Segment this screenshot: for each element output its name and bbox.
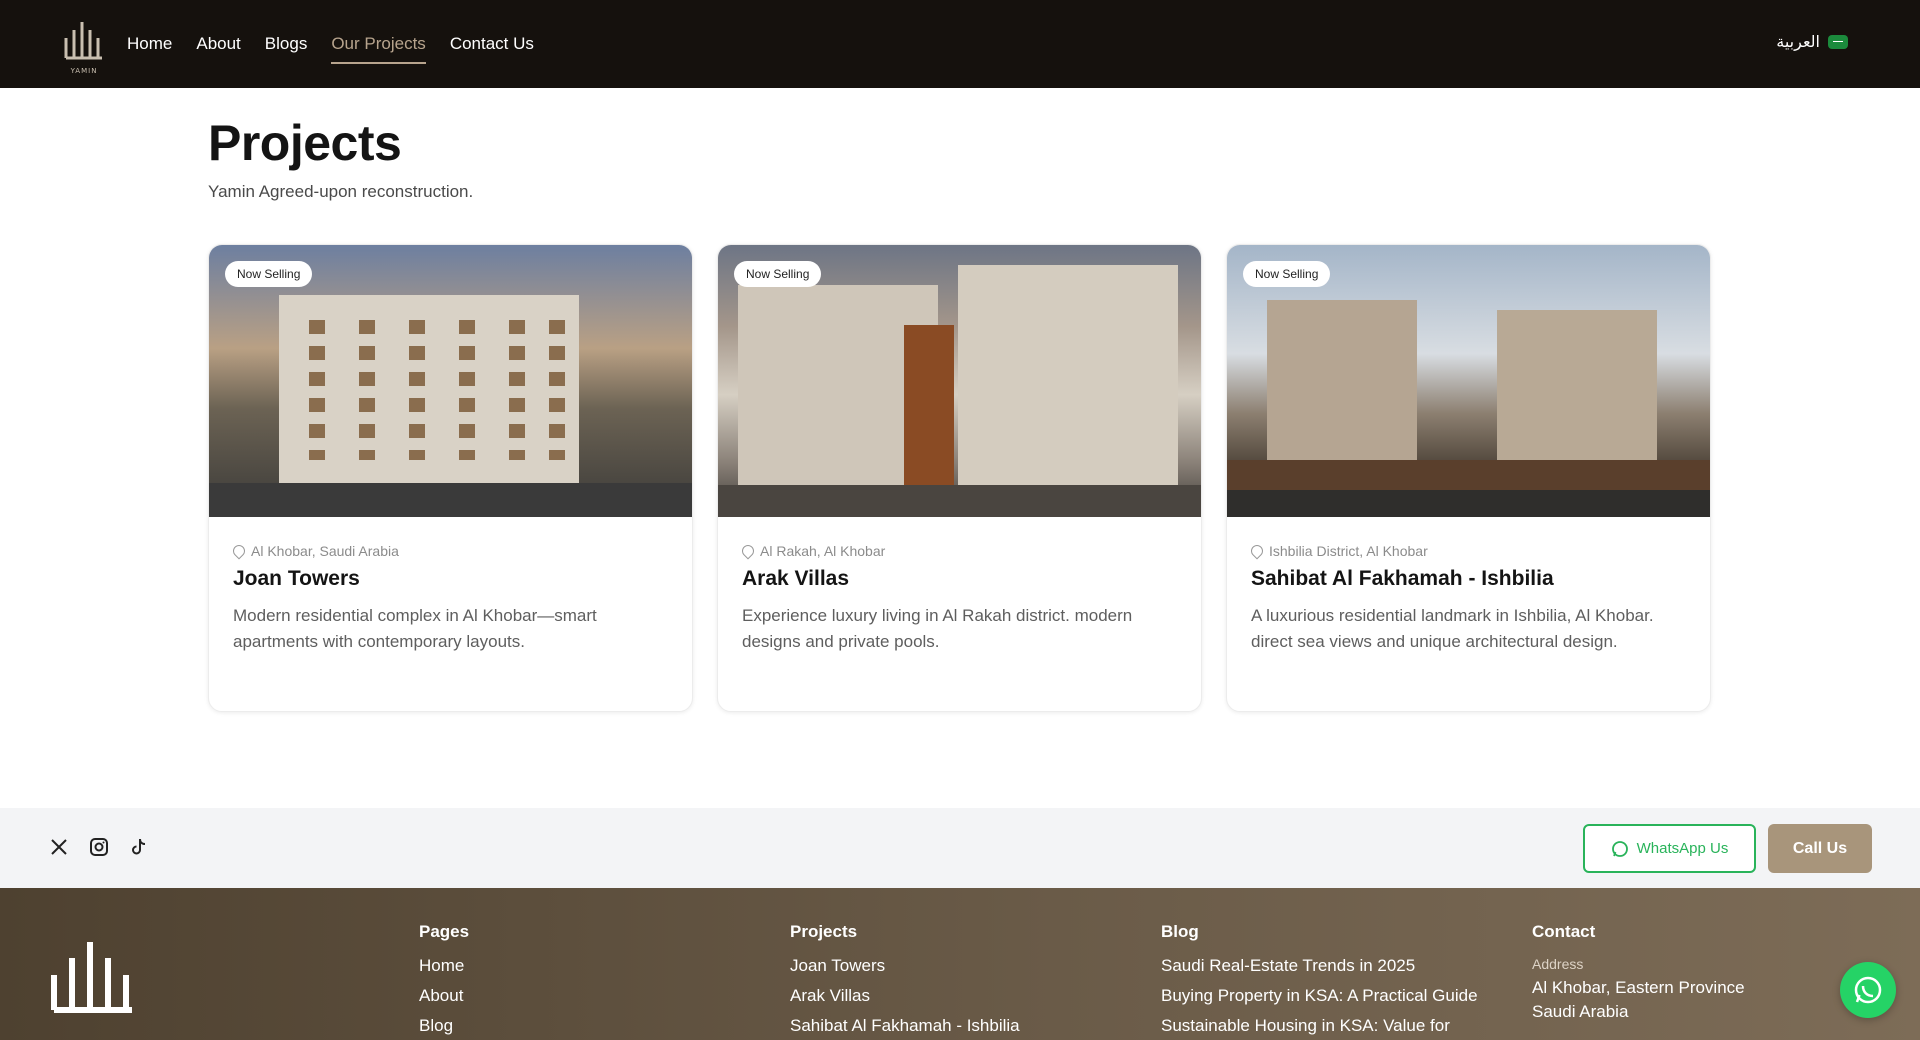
project-title[interactable]: Sahibat Al Fakhamah - Ishbilia [1251,567,1686,591]
footer-link-blog[interactable]: Blog [419,1016,469,1036]
nav-links: Home About Blogs Our Projects Contact Us [127,0,534,88]
location-pin-icon [739,542,757,560]
language-switch[interactable]: العربية [1776,32,1848,52]
language-label: العربية [1776,34,1820,51]
footer-projects-column: Projects Joan Towers Arak Villas Sahibat… [790,922,1020,1040]
footer-blog-link-1[interactable]: Saudi Real-Estate Trends in 2025 [1161,956,1478,976]
nav-home-link[interactable]: Home [127,0,172,88]
project-title[interactable]: Joan Towers [233,567,668,591]
page-title: Projects [208,115,402,171]
footer-pages-heading: Pages [419,922,470,941]
whatsapp-button-label: WhatsApp Us [1636,840,1729,857]
project-location: Al Rakah, Al Khobar [739,542,1177,560]
contact-cta-bar: WhatsApp Us Call Us [0,808,1920,888]
project-card-sahibat-al-fakhamah[interactable]: Now Selling Ishbilia District, Al Khobar… [1226,244,1711,712]
saudi-flag-icon [1828,35,1848,49]
footer-contact-heading: Contact [1532,922,1596,941]
location-text: Ishbilia District, Al Khobar [1269,543,1428,559]
location-text: Al Khobar, Saudi Arabia [251,543,399,559]
project-image: Now Selling [1227,245,1710,517]
svg-text:YAMIN: YAMIN [70,67,98,75]
project-location: Al Khobar, Saudi Arabia [230,542,668,560]
address-line-1: Al Khobar, Eastern Province [1532,978,1745,997]
footer-blog-heading: Blog [1161,922,1199,941]
footer-pages-column: Pages Home About Blog [419,922,469,1040]
project-description: Modern residential complex in Al Khobar—… [233,606,597,651]
nav-contact-link[interactable]: Contact Us [450,0,534,88]
location-text: Al Rakah, Al Khobar [760,543,886,559]
whatsapp-us-button[interactable]: WhatsApp Us [1583,824,1756,873]
location-pin-icon [1248,542,1266,560]
location-pin-icon [230,542,248,560]
footer-link-about[interactable]: About [419,986,469,1006]
footer-projects-heading: Projects [790,922,858,941]
yamin-logo[interactable]: YAMIN [62,12,106,76]
project-image: Now Selling [209,245,692,517]
whatsapp-icon [1854,976,1882,1004]
footer-link-home[interactable]: Home [419,956,469,976]
status-badge: Now Selling [225,261,313,287]
address-label: Address [1532,956,1584,972]
whatsapp-icon [1611,840,1628,857]
project-card-joan-towers[interactable]: Now Selling Al Khobar, Saudi Arabia Joan… [208,244,693,712]
x-icon[interactable] [48,836,70,858]
project-title[interactable]: Arak Villas [742,567,1177,591]
address-line-2: Saudi Arabia [1532,1002,1629,1021]
nav-about-link[interactable]: About [196,0,240,88]
footer-link-arak-villas[interactable]: Arak Villas [790,986,1020,1006]
instagram-icon[interactable] [88,836,110,858]
floating-whatsapp-button[interactable] [1840,962,1896,1018]
nav-our-projects-link[interactable]: Our Projects [331,0,427,88]
footer-link-sahibat[interactable]: Sahibat Al Fakhamah - Ishbilia [790,1016,1020,1036]
site-footer: Pages Home About Blog Projects Joan Towe… [0,888,1920,1040]
footer-link-joan-towers[interactable]: Joan Towers [790,956,1020,976]
social-links [48,836,150,858]
project-card-arak-villas[interactable]: Now Selling Al Rakah, Al Khobar Arak Vil… [717,244,1202,712]
tiktok-icon[interactable] [128,836,150,858]
nav-blogs-link[interactable]: Blogs [265,0,308,88]
call-us-button[interactable]: Call Us [1768,824,1872,873]
status-badge: Now Selling [1243,261,1331,287]
project-location: Ishbilia District, Al Khobar [1248,542,1686,560]
footer-blog-column: Blog Saudi Real-Estate Trends in 2025 Bu… [1161,922,1478,1040]
project-cards: Now Selling Al Khobar, Saudi Arabia Joan… [208,244,1711,712]
footer-blog-link-3[interactable]: Sustainable Housing in KSA: Value for [1161,1016,1478,1036]
top-navbar: YAMIN Home About Blogs Our Projects Cont… [0,0,1920,88]
page-subtitle: Yamin Agreed-upon reconstruction. [208,182,474,201]
footer-contact-column: Contact Address Al Khobar, Eastern Provi… [1532,922,1745,1024]
project-image: Now Selling [718,245,1201,517]
project-description: Experience luxury living in Al Rakah dis… [742,606,1133,651]
footer-logo[interactable] [46,920,138,1040]
status-badge: Now Selling [734,261,822,287]
footer-blog-link-2[interactable]: Buying Property in KSA: A Practical Guid… [1161,986,1478,1006]
project-description: A luxurious residential landmark in Ishb… [1251,606,1654,651]
